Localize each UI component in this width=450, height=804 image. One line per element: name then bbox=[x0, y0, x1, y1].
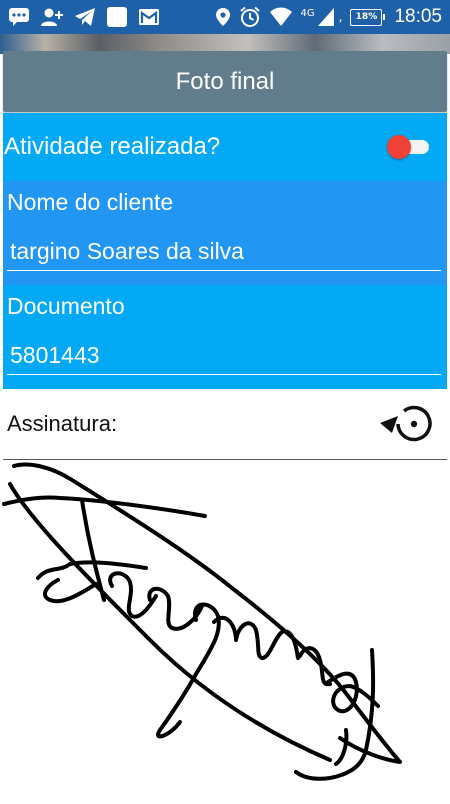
status-bar: 4G , 18% 18:05 bbox=[0, 0, 450, 34]
client-name-label: Nome do cliente bbox=[7, 189, 174, 215]
client-name-input[interactable] bbox=[7, 233, 441, 271]
form-panel: Atividade realizada? Nome do cliente Doc… bbox=[3, 113, 447, 389]
signature-label: Assinatura: bbox=[7, 411, 118, 436]
rotate-reset-icon bbox=[376, 399, 438, 453]
activity-toggle[interactable] bbox=[387, 135, 433, 159]
telegram-icon bbox=[74, 7, 96, 27]
alarm-icon bbox=[239, 6, 261, 28]
gmail-icon bbox=[138, 8, 160, 26]
square-icon bbox=[106, 6, 128, 28]
chat-icon bbox=[8, 7, 30, 27]
reset-signature-button[interactable] bbox=[374, 398, 440, 454]
clock: 18:05 bbox=[394, 6, 442, 27]
foto-final-button[interactable]: Foto final bbox=[3, 51, 447, 112]
document-input[interactable] bbox=[7, 337, 441, 375]
network-type: 4G bbox=[300, 7, 315, 19]
battery-level: 18% bbox=[355, 12, 378, 22]
battery-icon: 18% bbox=[350, 8, 386, 26]
document-label: Documento bbox=[7, 293, 125, 319]
document-field-block: Documento bbox=[3, 285, 447, 389]
signature-pad[interactable] bbox=[0, 460, 450, 800]
activity-label: Atividade realizada? bbox=[4, 133, 221, 160]
activity-row: Atividade realizada? bbox=[3, 113, 447, 181]
signature-strokes bbox=[2, 462, 402, 781]
wifi-icon bbox=[269, 7, 293, 27]
location-icon bbox=[215, 7, 231, 27]
signal-icon bbox=[317, 7, 335, 27]
client-name-field-block: Nome do cliente bbox=[3, 181, 447, 285]
signature-header: Assinatura: bbox=[0, 392, 450, 456]
add-contact-icon bbox=[40, 7, 64, 27]
toggle-thumb bbox=[387, 135, 411, 159]
